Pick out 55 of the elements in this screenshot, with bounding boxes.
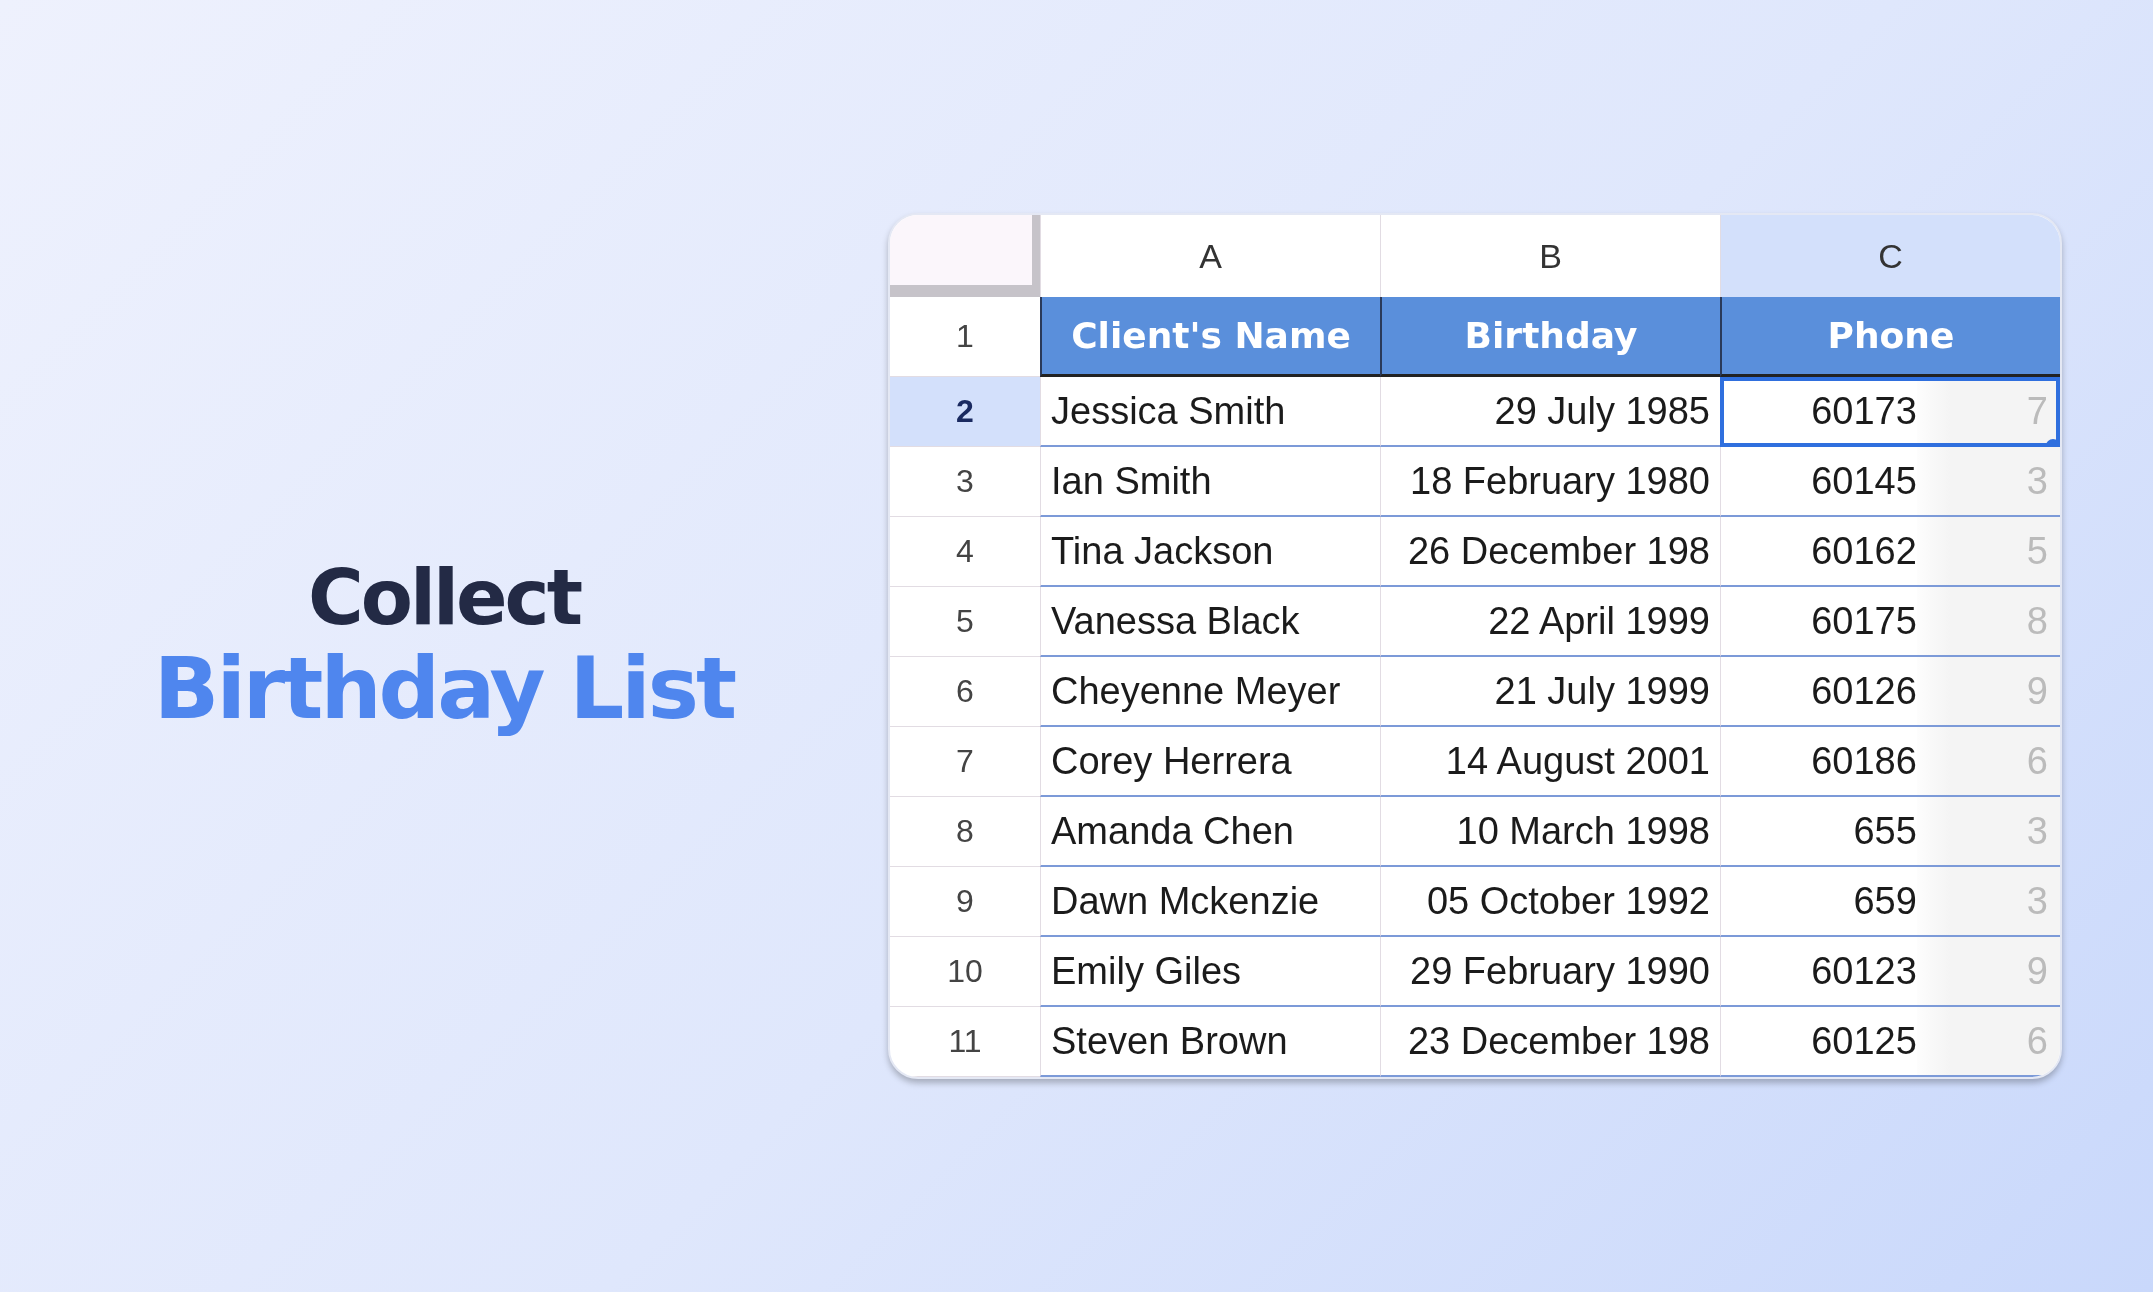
table-cell: Vanessa Black bbox=[1040, 587, 1380, 657]
table-cell: 5 bbox=[2026, 517, 2060, 585]
table-cell: 9 bbox=[2026, 657, 2060, 725]
table-cell: Cheyenne Meyer bbox=[1040, 657, 1380, 727]
table-cell: Emily Giles bbox=[1040, 937, 1380, 1007]
row-header[interactable]: 11 bbox=[890, 1007, 1040, 1077]
column-header[interactable]: C bbox=[1720, 215, 2060, 297]
table-header-cell: Phone bbox=[1720, 297, 2060, 377]
table-header-cell: Birthday bbox=[1380, 297, 1720, 377]
table-header-cell: Client's Name bbox=[1040, 297, 1380, 377]
row-header[interactable]: 3 bbox=[890, 447, 1040, 517]
table-cell: 3 bbox=[2026, 867, 2060, 935]
row-header[interactable]: 7 bbox=[890, 727, 1040, 797]
table-cell: 9 bbox=[2026, 937, 2060, 1005]
table-cell: Ian Smith bbox=[1040, 447, 1380, 517]
row-header[interactable]: 2 bbox=[890, 377, 1040, 447]
table-cell: 60175 bbox=[1811, 599, 1917, 643]
table-cell: 21 July 1999 bbox=[1380, 657, 1720, 727]
row-header[interactable]: 8 bbox=[890, 797, 1040, 867]
headline: Collect bbox=[308, 556, 580, 640]
table-cell: 29 July 1985 bbox=[1380, 377, 1720, 447]
table-cell: 60145 bbox=[1811, 459, 1917, 503]
table-cell: 60123 bbox=[1811, 949, 1917, 993]
table-cell: 60125 bbox=[1811, 1019, 1917, 1063]
headline: Birthday List bbox=[153, 640, 735, 736]
table-cell: 26 December 198 bbox=[1380, 517, 1720, 587]
table-cell: 8 bbox=[2026, 587, 2060, 655]
table-cell: 14 August 2001 bbox=[1380, 727, 1720, 797]
table-cell: 60173 bbox=[1811, 389, 1917, 433]
row-header[interactable]: 6 bbox=[890, 657, 1040, 727]
table-cell: Dawn Mckenzie bbox=[1040, 867, 1380, 937]
table-cell: Steven Brown bbox=[1040, 1007, 1380, 1077]
table-cell: 659 bbox=[1853, 879, 1917, 923]
table-cell: Amanda Chen bbox=[1040, 797, 1380, 867]
table-cell: 655 bbox=[1853, 809, 1917, 853]
row-header[interactable]: 5 bbox=[890, 587, 1040, 657]
row-header[interactable]: 4 bbox=[890, 517, 1040, 587]
table-cell: 29 February 1990 bbox=[1380, 937, 1720, 1007]
table-cell: 6 bbox=[2026, 1007, 2060, 1075]
table-cell: 60126 bbox=[1811, 669, 1917, 713]
table-cell: 3 bbox=[2026, 447, 2060, 515]
table-cell: 23 December 198 bbox=[1380, 1007, 1720, 1077]
row-header[interactable]: 9 bbox=[890, 867, 1040, 937]
table-cell: 6 bbox=[2026, 727, 2060, 795]
table-cell: Corey Herrera bbox=[1040, 727, 1380, 797]
table-cell: 60162 bbox=[1811, 529, 1917, 573]
table-cell: Jessica Smith bbox=[1040, 377, 1380, 447]
table-cell: 05 October 1992 bbox=[1380, 867, 1720, 937]
table-cell: 60186 bbox=[1811, 739, 1917, 783]
row-header[interactable]: 10 bbox=[890, 937, 1040, 1007]
table-cell: 18 February 1980 bbox=[1380, 447, 1720, 517]
table-cell: 3 bbox=[2026, 797, 2060, 865]
table-cell: 22 April 1999 bbox=[1380, 587, 1720, 657]
table-cell: Tina Jackson bbox=[1040, 517, 1380, 587]
table-cell: 10 March 1998 bbox=[1380, 797, 1720, 867]
